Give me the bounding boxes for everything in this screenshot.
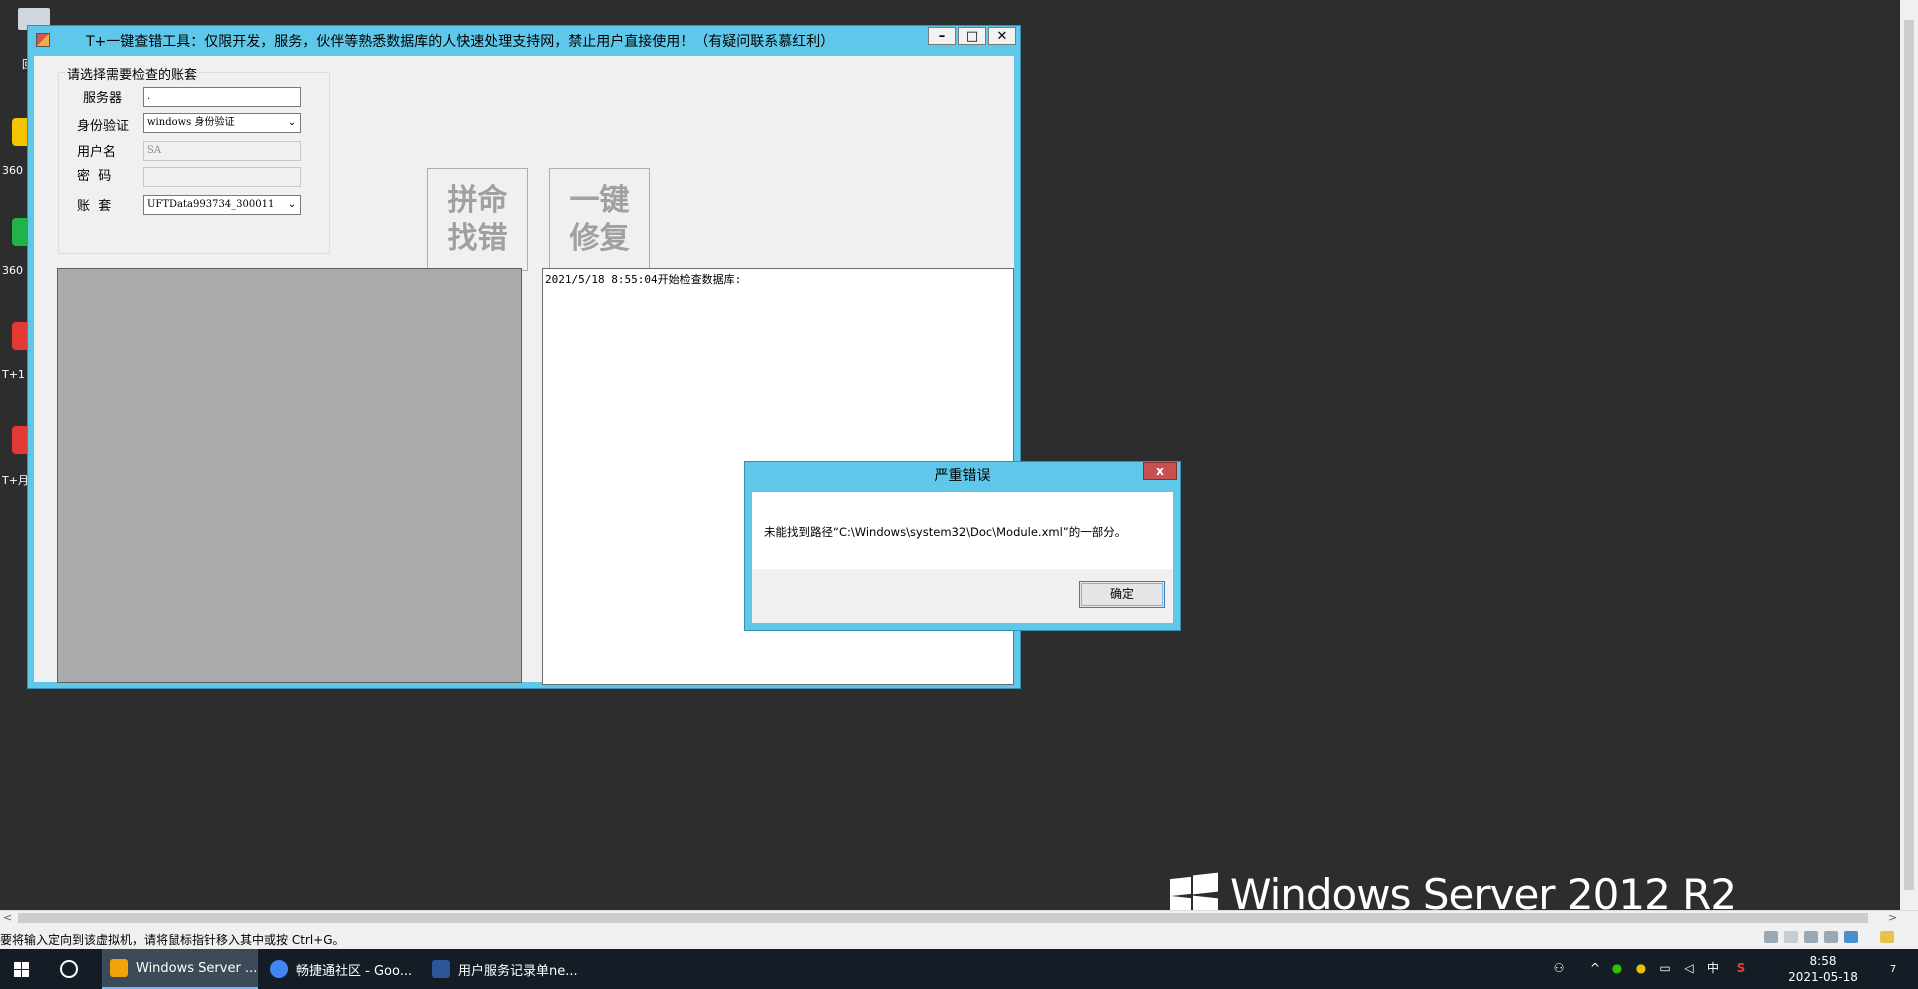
- window-title: T+一键查错工具：仅限开发，服务，伙伴等熟悉数据库的人快速处理支持网，禁止用户直…: [86, 34, 835, 50]
- chrome-icon: [270, 960, 288, 978]
- main-window-titlebar[interactable]: T+一键查错工具：仅限开发，服务，伙伴等熟悉数据库的人快速处理支持网，禁止用户直…: [28, 26, 1020, 52]
- volume-muted-icon[interactable]: ◁: [1682, 961, 1696, 975]
- find-error-button-line1: 拼命: [447, 182, 508, 218]
- ime-indicator[interactable]: 中: [1706, 961, 1720, 975]
- chevron-down-icon[interactable]: ⌄: [287, 199, 297, 211]
- wechat-icon[interactable]: ●: [1610, 961, 1624, 975]
- maximize-button[interactable]: □: [958, 27, 986, 45]
- find-error-button-line2: 找错: [447, 220, 508, 256]
- error-message-area: 未能找到路径“C:\Windows\system32\Doc\Module.xm…: [752, 492, 1173, 569]
- fix-button-line2: 修复: [569, 220, 630, 256]
- error-message: 未能找到路径“C:\Windows\system32\Doc\Module.xm…: [764, 525, 1127, 539]
- taskbar-app-vm[interactable]: Windows Server ...: [102, 949, 258, 989]
- close-button[interactable]: ✕: [988, 27, 1016, 45]
- password-label: 密 码: [77, 169, 112, 184]
- username-label: 用户名: [77, 145, 117, 160]
- auth-label: 身份验证: [77, 119, 130, 134]
- taskbar-app-label: Windows Server ...: [136, 960, 258, 976]
- username-input[interactable]: SA: [143, 141, 301, 161]
- app-icon[interactable]: [36, 33, 50, 47]
- cd-icon[interactable]: [1784, 931, 1798, 943]
- account-select-value: UFTData993734_300011: [147, 199, 275, 210]
- taskbar-app-word[interactable]: 用户服务记录单ne...: [424, 949, 580, 989]
- usb-icon[interactable]: [1844, 931, 1858, 943]
- find-error-button[interactable]: 拼命 找错: [427, 168, 528, 271]
- people-icon[interactable]: ⚇: [1552, 961, 1566, 975]
- server-label: 服务器: [83, 91, 123, 106]
- clock-time: 8:58: [1809, 954, 1837, 968]
- chevron-up-icon[interactable]: ^: [1588, 961, 1602, 975]
- server-input[interactable]: .: [143, 87, 301, 107]
- network-icon[interactable]: [1764, 931, 1778, 943]
- notification-count: 7: [1889, 964, 1897, 975]
- search-icon[interactable]: [60, 960, 78, 978]
- group-box-title: 请选择需要检查的账套: [65, 64, 200, 83]
- horizontal-scrollbar[interactable]: < >: [0, 910, 1918, 925]
- tray-app-icon[interactable]: ●: [1634, 961, 1648, 975]
- clock-date: 2021-05-18: [1788, 970, 1858, 984]
- taskbar-app-label: 畅捷通社区 - Goo...: [296, 963, 413, 979]
- start-button[interactable]: [0, 949, 44, 989]
- desktop-icon-label: T+月: [2, 474, 29, 487]
- account-select[interactable]: UFTData993734_300011 ⌄: [143, 195, 301, 215]
- scrollbar-thumb[interactable]: [1904, 20, 1914, 890]
- taskbar-app-chrome[interactable]: 畅捷通社区 - Goo...: [262, 949, 418, 989]
- minimize-button[interactable]: –: [928, 27, 956, 45]
- chevron-down-icon[interactable]: ⌄: [287, 117, 297, 129]
- fix-button-line1: 一键: [569, 182, 630, 218]
- desktop-icon-label: 360: [2, 264, 23, 277]
- scroll-left-icon[interactable]: <: [3, 911, 12, 924]
- sogou-icon[interactable]: S: [1734, 961, 1748, 975]
- message-icon[interactable]: [1880, 931, 1894, 943]
- auth-select[interactable]: windows 身份验证 ⌄: [143, 113, 301, 133]
- taskbar-clock[interactable]: 8:58 2021-05-18: [1768, 953, 1878, 985]
- notification-icon[interactable]: 7: [1884, 961, 1902, 975]
- word-icon: [432, 960, 450, 978]
- password-input[interactable]: [143, 167, 301, 187]
- auth-select-value: windows 身份验证: [147, 117, 235, 128]
- error-dialog-title: 严重错误: [934, 468, 991, 484]
- account-label: 账 套: [77, 199, 112, 214]
- printer-icon[interactable]: [1824, 931, 1838, 943]
- account-group-box: 请选择需要检查的账套 服务器 . 身份验证 windows 身份验证 ⌄ 用户名…: [58, 64, 330, 254]
- desktop-icon-label: T+1: [2, 368, 25, 381]
- desktop-icon-label: 360: [2, 164, 23, 177]
- status-text: 要将输入定向到该虚拟机，请将鼠标指针移入其中或按 Ctrl+G。: [0, 933, 345, 947]
- taskbar: Windows Server ... 畅捷通社区 - Goo... 用户服务记录…: [0, 949, 1918, 989]
- error-dialog: 严重错误 x 未能找到路径“C:\Windows\system32\Doc\Mo…: [744, 461, 1181, 631]
- error-dialog-client: 未能找到路径“C:\Windows\system32\Doc\Module.xm…: [752, 492, 1173, 623]
- ok-button[interactable]: 确定: [1079, 581, 1165, 608]
- vertical-scrollbar[interactable]: [1900, 0, 1918, 910]
- scrollbar-thumb[interactable]: [18, 913, 1868, 923]
- network-icon[interactable]: ▭: [1658, 961, 1672, 975]
- vm-app-icon: [110, 959, 128, 977]
- windows-logo-icon: [14, 962, 21, 969]
- close-button[interactable]: x: [1143, 462, 1177, 480]
- disk-icon[interactable]: [1804, 931, 1818, 943]
- scroll-right-icon[interactable]: >: [1888, 911, 1897, 924]
- taskbar-app-label: 用户服务记录单ne...: [458, 963, 578, 979]
- gray-panel: [57, 268, 522, 683]
- vm-status-bar: 要将输入定向到该虚拟机，请将鼠标指针移入其中或按 Ctrl+G。: [0, 925, 1918, 949]
- one-click-fix-button[interactable]: 一键 修复: [549, 168, 650, 271]
